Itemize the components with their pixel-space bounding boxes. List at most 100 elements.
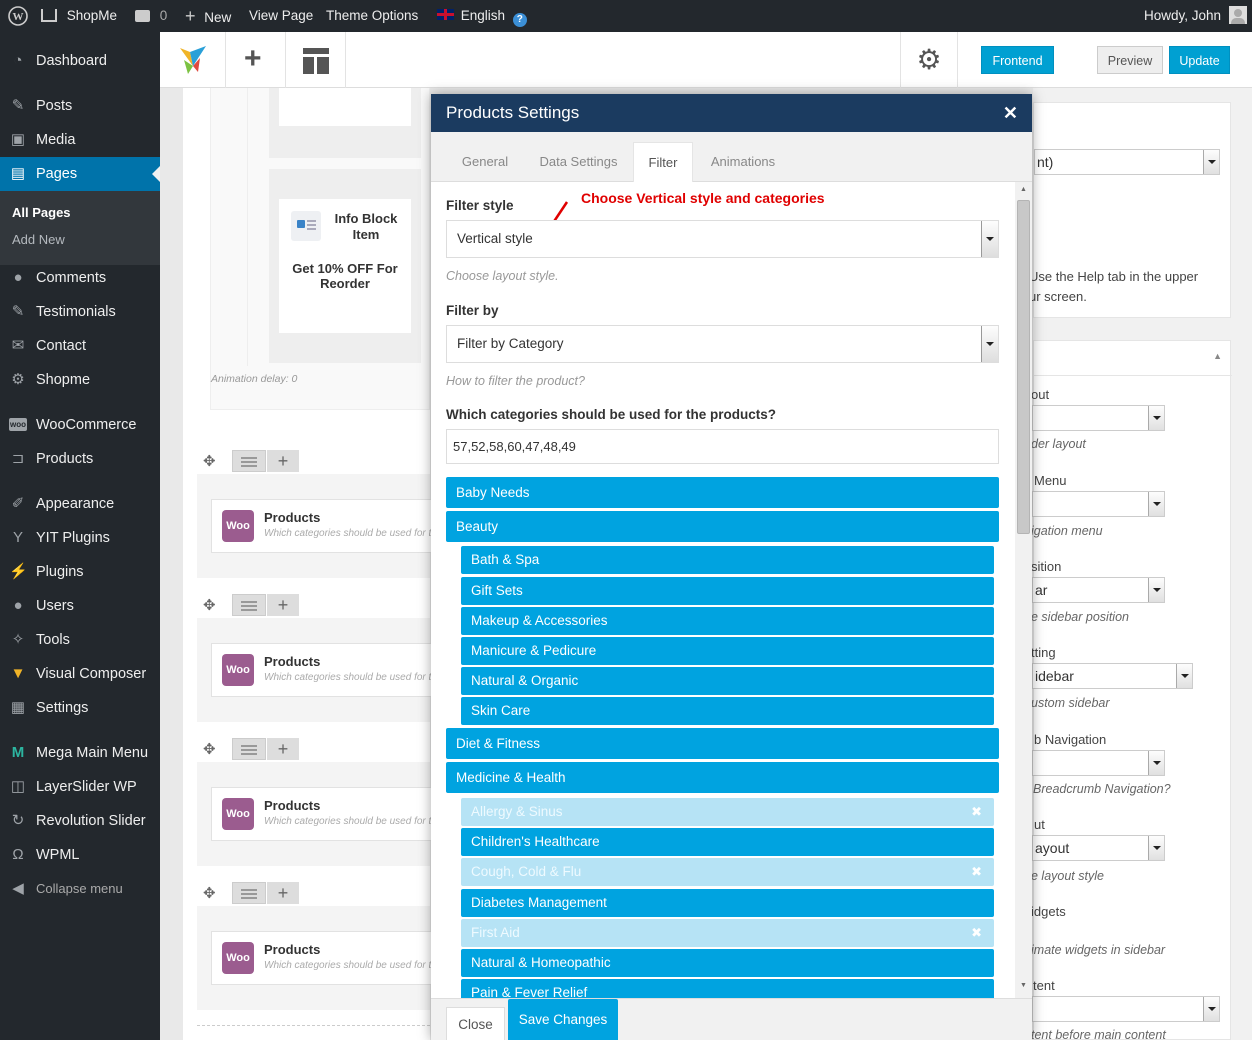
category-item[interactable]: Makeup & Accessories bbox=[461, 607, 994, 635]
sidebar-item-products[interactable]: ⊐ Products bbox=[0, 442, 160, 476]
comment-icon bbox=[135, 10, 150, 22]
row-layout-button[interactable] bbox=[232, 738, 266, 760]
products-element[interactable]: Woo Products Which categories should be … bbox=[211, 787, 441, 841]
wordpress-logo-icon[interactable]: W bbox=[8, 0, 30, 32]
category-item[interactable]: Cough, Cold & Flu ✖ bbox=[461, 858, 994, 886]
sidebar-select[interactable]: idebar bbox=[1032, 663, 1193, 689]
sidebar-item-dashboard[interactable]: ◔ Dashboard bbox=[0, 44, 160, 78]
category-item[interactable]: Bath & Spa bbox=[461, 546, 994, 574]
scroll-up-icon[interactable]: ▲ bbox=[1020, 186, 1027, 193]
submenu-add-new[interactable]: Add New bbox=[12, 232, 65, 247]
sidebar-item-pages[interactable]: ▤ Pages bbox=[0, 157, 160, 191]
tab-general[interactable]: General bbox=[449, 142, 521, 182]
category-item[interactable]: First Aid ✖ bbox=[461, 919, 994, 947]
close-icon[interactable]: ✕ bbox=[1003, 94, 1018, 132]
vc-logo-button[interactable] bbox=[160, 32, 226, 88]
modal-scrollbar[interactable]: ▲ ▼ bbox=[1015, 182, 1032, 998]
category-item[interactable]: Gift Sets bbox=[461, 577, 994, 605]
remove-icon[interactable]: ✖ bbox=[971, 798, 982, 826]
sidebar-item-visual-composer[interactable]: ▼ Visual Composer bbox=[0, 657, 160, 691]
content-select[interactable] bbox=[1032, 996, 1220, 1022]
tab-filter[interactable]: Filter bbox=[633, 142, 693, 182]
category-item[interactable]: Diabetes Management bbox=[461, 889, 994, 917]
settings-gear-icon[interactable]: ⚙ bbox=[900, 32, 958, 88]
category-item[interactable]: Baby Needs bbox=[446, 477, 999, 508]
save-changes-button[interactable]: Save Changes bbox=[508, 999, 618, 1040]
sidebar-item-users[interactable]: ● Users bbox=[0, 589, 160, 623]
preview-button[interactable]: Preview bbox=[1097, 46, 1163, 74]
sidebar-item-yit-plugins[interactable]: Y YIT Plugins bbox=[0, 521, 160, 555]
close-button[interactable]: Close bbox=[446, 1007, 505, 1040]
help-icon[interactable]: ? bbox=[512, 13, 527, 27]
add-row-dropzone[interactable] bbox=[197, 1025, 430, 1040]
sidebar-item-shopme[interactable]: ⚙ Shopme bbox=[0, 363, 160, 397]
theme-options-link[interactable]: Theme Options bbox=[326, 0, 418, 32]
sidebar-item-media[interactable]: ▣ Media bbox=[0, 123, 160, 157]
category-item[interactable]: Beauty bbox=[446, 511, 999, 542]
sidebar-position-select[interactable]: ar bbox=[1032, 577, 1165, 603]
category-item[interactable]: Medicine & Health bbox=[446, 762, 999, 793]
add-column-button[interactable]: + bbox=[267, 882, 299, 904]
tab-animations[interactable]: Animations bbox=[701, 142, 785, 182]
row-layout-button[interactable] bbox=[232, 594, 266, 616]
sidebar-item-layerslider[interactable]: ◫ LayerSlider WP bbox=[0, 770, 160, 804]
remove-icon[interactable]: ✖ bbox=[971, 858, 982, 886]
scroll-down-icon[interactable]: ▼ bbox=[1020, 982, 1027, 989]
comments-link[interactable]: 0 bbox=[135, 0, 167, 32]
products-element[interactable]: Woo Products Which categories should be … bbox=[211, 643, 441, 697]
layout-select[interactable] bbox=[1032, 405, 1165, 431]
sidebar-item-posts[interactable]: ✎ Posts bbox=[0, 89, 160, 123]
add-element-button[interactable]: + bbox=[226, 32, 286, 88]
category-item[interactable]: Children's Healthcare bbox=[461, 828, 994, 856]
tab-data-settings[interactable]: Data Settings bbox=[531, 142, 626, 182]
breadcrumb-select[interactable] bbox=[1032, 750, 1165, 776]
category-item[interactable]: Pain & Fever Relief bbox=[461, 979, 994, 998]
category-item[interactable]: Natural & Homeopathic bbox=[461, 949, 994, 977]
update-button[interactable]: Update bbox=[1169, 46, 1230, 74]
wpml-icon: Ω bbox=[12, 846, 24, 863]
sidebar-item-comments[interactable]: ● Comments bbox=[0, 261, 160, 295]
move-icon[interactable]: ✥ bbox=[203, 596, 216, 614]
menu-select[interactable] bbox=[1032, 491, 1165, 517]
move-icon[interactable]: ✥ bbox=[203, 740, 216, 758]
category-item[interactable]: Skin Care bbox=[461, 697, 994, 725]
row-layout-button[interactable] bbox=[232, 450, 266, 472]
template-select[interactable]: nt) bbox=[1034, 149, 1220, 175]
remove-icon[interactable]: ✖ bbox=[971, 919, 982, 947]
sidebar-item-appearance[interactable]: ✐ Appearance bbox=[0, 487, 160, 521]
scrollbar-thumb[interactable] bbox=[1017, 200, 1030, 534]
category-item[interactable]: Natural & Organic bbox=[461, 667, 994, 695]
add-column-button[interactable]: + bbox=[267, 738, 299, 760]
templates-button[interactable] bbox=[286, 32, 346, 88]
product-layout-select[interactable]: ayout bbox=[1032, 835, 1165, 861]
sidebar-item-mega-main-menu[interactable]: M Mega Main Menu bbox=[0, 736, 160, 770]
info-block-element[interactable]: Info Block Item Get 10% OFF For Reorder bbox=[269, 169, 421, 363]
frontend-button[interactable]: Frontend bbox=[981, 46, 1054, 74]
add-column-button[interactable]: + bbox=[267, 594, 299, 616]
sidebar-item-settings[interactable]: ▦ Settings bbox=[0, 691, 160, 725]
category-item[interactable]: Allergy & Sinus ✖ bbox=[461, 798, 994, 826]
add-column-button[interactable]: + bbox=[267, 450, 299, 472]
category-item[interactable]: Manicure & Pedicure bbox=[461, 637, 994, 665]
products-element[interactable]: Woo Products Which categories should be … bbox=[211, 931, 441, 985]
row-layout-button[interactable] bbox=[232, 882, 266, 904]
collapse-arrow-icon[interactable]: ▲ bbox=[1213, 351, 1222, 361]
sidebar-item-collapse[interactable]: ◀ Collapse menu bbox=[0, 872, 160, 906]
view-page-link[interactable]: View Page bbox=[249, 0, 313, 32]
new-content-link[interactable]: + New bbox=[185, 0, 231, 32]
sidebar-item-wpml[interactable]: Ω WPML bbox=[0, 838, 160, 872]
site-name-link[interactable]: ShopMe bbox=[41, 0, 117, 32]
sidebar-item-woocommerce[interactable]: woo WooCommerce bbox=[0, 408, 160, 442]
sidebar-item-contact[interactable]: ✉ Contact bbox=[0, 329, 160, 363]
sidebar-item-plugins[interactable]: ⚡ Plugins bbox=[0, 555, 160, 589]
user-account-link[interactable]: Howdy, John bbox=[1144, 0, 1247, 32]
language-switcher[interactable]: English ? bbox=[437, 0, 527, 32]
submenu-all-pages[interactable]: All Pages bbox=[12, 205, 71, 220]
category-item[interactable]: Diet & Fitness bbox=[446, 728, 999, 759]
move-icon[interactable]: ✥ bbox=[203, 452, 216, 470]
sidebar-item-tools[interactable]: ✧ Tools bbox=[0, 623, 160, 657]
move-icon[interactable]: ✥ bbox=[203, 884, 216, 902]
products-element[interactable]: Woo Products Which categories should be … bbox=[211, 499, 441, 553]
sidebar-item-testimonials[interactable]: ✎ Testimonials bbox=[0, 295, 160, 329]
sidebar-item-revolution-slider[interactable]: ↻ Revolution Slider bbox=[0, 804, 160, 838]
